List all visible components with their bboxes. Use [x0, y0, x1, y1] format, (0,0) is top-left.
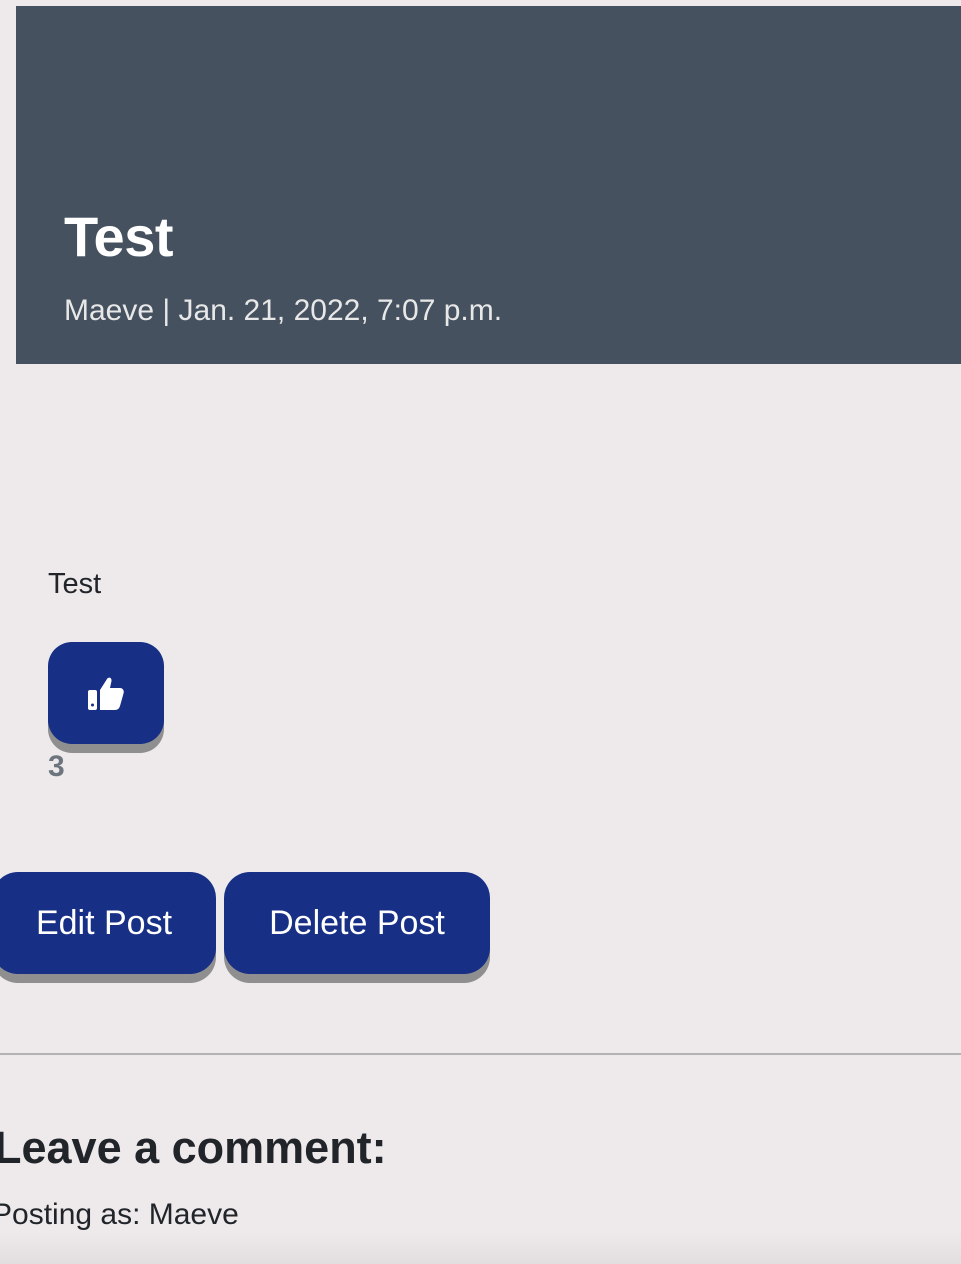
- thumbs-up-icon: [88, 677, 124, 710]
- post-meta: Maeve | Jan. 21, 2022, 7:07 p.m.: [64, 294, 503, 327]
- posting-as-label: Posting as: Maeve: [0, 1198, 239, 1231]
- post-detail-page: Test Maeve | Jan. 21, 2022, 7:07 p.m. Te…: [0, 0, 961, 1264]
- post-title: Test: [64, 205, 174, 268]
- bottom-fade: [0, 1232, 961, 1264]
- like-button[interactable]: [48, 642, 164, 744]
- edit-post-button[interactable]: Edit Post: [0, 872, 216, 974]
- section-divider: [0, 1053, 961, 1055]
- like-count: 3: [48, 750, 65, 783]
- delete-post-button[interactable]: Delete Post: [224, 872, 490, 974]
- post-body: Test: [48, 568, 102, 600]
- post-masthead: Test Maeve | Jan. 21, 2022, 7:07 p.m.: [16, 6, 961, 364]
- comment-section-heading: Leave a comment:: [0, 1122, 387, 1173]
